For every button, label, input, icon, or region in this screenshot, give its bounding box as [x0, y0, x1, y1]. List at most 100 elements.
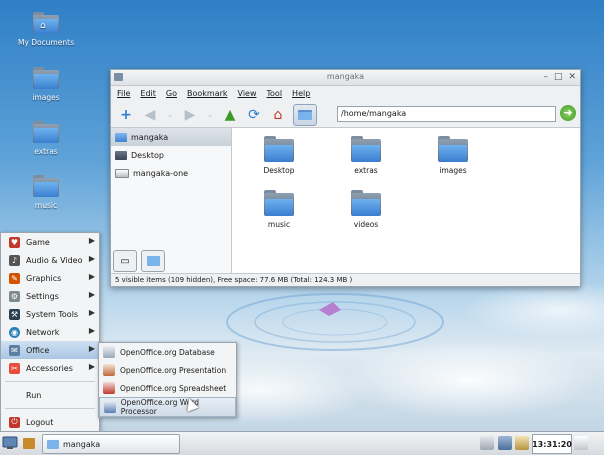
tree-view-folder-icon[interactable] [141, 250, 165, 272]
menu-item-accessories[interactable]: ✂ Accessories ▶ [1, 359, 99, 377]
back-arrow-icon[interactable]: ◀ [141, 106, 159, 124]
menu-item-label: Game [26, 237, 50, 247]
chevron-right-icon: ▶ [88, 308, 95, 317]
maximize-icon[interactable]: □ [554, 72, 563, 82]
submenu-item-label: OpenOffice.org Presentation [120, 365, 227, 375]
cards-icon: ♥ [9, 236, 20, 248]
reload-icon[interactable]: ⟳ [245, 106, 263, 124]
folder-icon [264, 190, 294, 216]
menubar: File Edit Go Bookmark View Tool Help [111, 86, 580, 101]
menu-separator [5, 381, 95, 382]
file-item-images[interactable]: images [423, 136, 483, 175]
tray-keyboard-icon[interactable] [480, 434, 494, 452]
places-item-drive[interactable]: mangaka-one [111, 164, 231, 182]
menu-tool[interactable]: Tool [267, 89, 283, 98]
folder-icon [438, 136, 468, 162]
menu-bookmark[interactable]: Bookmark [187, 89, 228, 98]
folder-icon [47, 439, 59, 449]
menu-item-logout[interactable]: ⏻ Logout [1, 413, 99, 431]
folder-icon [146, 256, 160, 266]
menu-item-graphics[interactable]: ✎ Graphics ▶ [1, 269, 99, 287]
desktop-icon-my-documents[interactable]: ⌂ My Documents [16, 12, 76, 47]
file-item-extras[interactable]: extras [336, 136, 396, 175]
application-menu: ♥ Game ▶ ♪ Audio & Video ▶ ✎ Graphics ▶ … [0, 232, 100, 432]
monitor-icon [2, 436, 18, 449]
window-title: mangaka [326, 72, 365, 81]
file-item-music[interactable]: music [249, 190, 309, 229]
desktop-icon-images[interactable]: images [16, 67, 76, 102]
submenu-item-word-processor[interactable]: OpenOffice.org Word Processor [99, 397, 236, 417]
taskbar: mangaka 13:31:20 [0, 431, 604, 455]
menu-item-run[interactable]: Run [1, 386, 99, 404]
toolbar: + ◀ ⌄ ▶ ⌄ ▲ ⟳ ⌂ /home/mangaka ➜ [111, 101, 580, 128]
menu-item-network[interactable]: ◉ Network ▶ [1, 323, 99, 341]
tray-notes-icon[interactable] [574, 434, 588, 452]
show-desktop-icon[interactable] [22, 434, 38, 452]
forward-arrow-icon[interactable]: ▶ [181, 106, 199, 124]
menu-item-game[interactable]: ♥ Game ▶ [1, 233, 99, 251]
folder-icon [351, 190, 381, 216]
logout-icon: ⏻ [9, 416, 20, 428]
tray-clipboard-icon[interactable] [515, 434, 529, 452]
menu-view[interactable]: View [238, 89, 257, 98]
desktop-icon-extras[interactable]: extras [16, 121, 76, 156]
file-item-videos[interactable]: videos [336, 190, 396, 229]
chevron-right-icon: ▶ [88, 272, 95, 281]
clock[interactable]: 13:31:20 [532, 434, 572, 454]
menu-separator [5, 408, 95, 409]
window-titlebar[interactable]: mangaka – □ ✕ [111, 70, 580, 86]
folder-icon [264, 136, 294, 162]
file-item-label: images [439, 166, 467, 175]
drive-icon [115, 168, 129, 178]
menu-file[interactable]: File [117, 89, 130, 98]
address-bar-input[interactable]: /home/mangaka [337, 106, 556, 122]
home-icon[interactable]: ⌂ [269, 106, 287, 124]
places-item-label: mangaka-one [133, 168, 189, 178]
file-manager-window: mangaka – □ ✕ File Edit Go Bookmark View… [110, 69, 581, 287]
menu-item-settings[interactable]: ⚙ Settings ▶ [1, 287, 99, 305]
office-submenu: OpenOffice.org Database OpenOffice.org P… [98, 342, 237, 418]
menu-item-audio-video[interactable]: ♪ Audio & Video ▶ [1, 251, 99, 269]
places-item-home[interactable]: mangaka [111, 128, 231, 146]
go-arrow-icon[interactable]: ➜ [560, 105, 576, 121]
tray-network-icon[interactable] [498, 434, 512, 452]
menu-edit[interactable]: Edit [140, 89, 156, 98]
menu-go[interactable]: Go [166, 89, 177, 98]
desktop-icon-label: music [34, 201, 58, 210]
forward-history-chevron-icon[interactable]: ⌄ [205, 106, 215, 124]
minimize-icon[interactable]: – [543, 72, 548, 82]
menu-item-office[interactable]: ✉ Office ▶ [1, 341, 99, 359]
menu-help[interactable]: Help [292, 89, 310, 98]
file-item-desktop[interactable]: Desktop [249, 136, 309, 175]
folder-view-icon[interactable] [293, 103, 317, 126]
start-menu-icon[interactable] [2, 434, 18, 452]
chevron-right-icon: ▶ [88, 326, 95, 335]
folder-icon [33, 121, 59, 143]
system-tools-icon: ⚒ [9, 308, 20, 320]
settings-icon: ⚙ [9, 290, 20, 302]
places-item-desktop[interactable]: Desktop [111, 146, 231, 164]
submenu-item-presentation[interactable]: OpenOffice.org Presentation [99, 361, 236, 379]
globe-icon: ◉ [9, 326, 20, 338]
home-folder-icon: ⌂ [33, 12, 59, 34]
submenu-item-database[interactable]: OpenOffice.org Database [99, 343, 236, 361]
folder-icon [298, 110, 312, 120]
back-history-chevron-icon[interactable]: ⌄ [165, 106, 175, 124]
close-icon[interactable]: ✕ [568, 72, 576, 82]
folder-icon [33, 67, 59, 89]
submenu-item-spreadsheet[interactable]: OpenOffice.org Spreadsheet [99, 379, 236, 397]
taskbar-task-mangaka[interactable]: mangaka [42, 434, 180, 454]
new-tab-plus-icon[interactable]: + [117, 106, 135, 124]
submenu-item-label: OpenOffice.org Word Processor [120, 398, 200, 416]
menu-item-label: Network [26, 327, 60, 337]
menu-item-label: Logout [26, 417, 54, 427]
desktop-icon-music[interactable]: music [16, 175, 76, 210]
menu-item-label: Audio & Video [26, 255, 83, 265]
paintbrush-icon: ✎ [9, 272, 20, 284]
menu-item-system-tools[interactable]: ⚒ System Tools ▶ [1, 305, 99, 323]
folder-icon [33, 175, 59, 197]
up-arrow-icon[interactable]: ▲ [221, 106, 239, 124]
places-view-drive-icon[interactable]: ▭ [113, 250, 137, 272]
places-item-label: mangaka [131, 132, 169, 142]
audio-video-icon: ♪ [9, 254, 20, 266]
